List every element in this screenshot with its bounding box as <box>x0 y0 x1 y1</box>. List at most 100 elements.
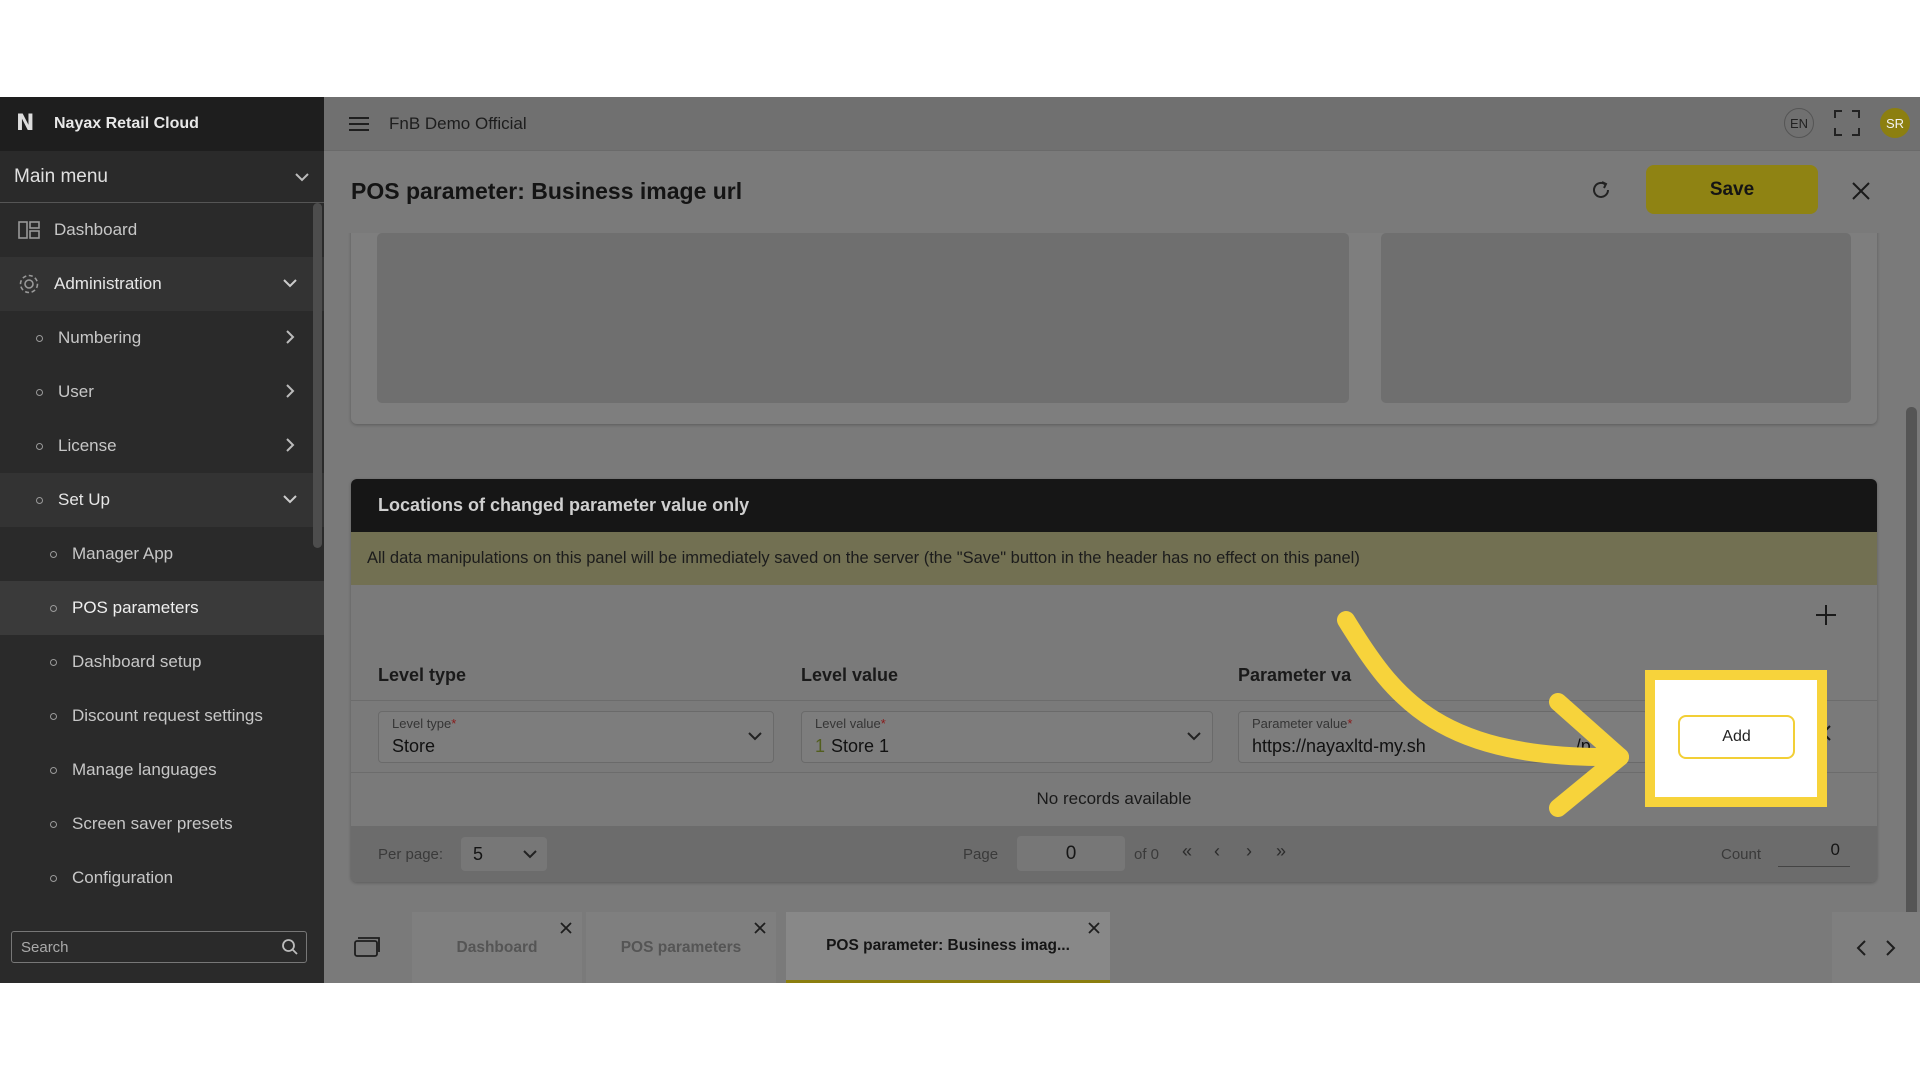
sidebar: N Nayax Retail Cloud Main menu Dashboard… <box>0 97 324 983</box>
locations-note: All data manipulations on this panel wil… <box>351 532 1877 585</box>
page-number-input[interactable]: 0 <box>1017 836 1125 871</box>
sidebar-item-manage-languages[interactable]: Manage languages <box>0 743 324 797</box>
field-label: Level value* <box>815 716 886 731</box>
field-value: 1 Store 1 <box>815 736 890 756</box>
column-header-level-type: Level type <box>378 665 467 685</box>
chevron-down-icon <box>295 172 309 181</box>
sidebar-item-label: License <box>58 436 117 455</box>
bullet-icon <box>50 550 57 558</box>
sidebar-search-input[interactable]: Search <box>11 931 307 963</box>
sidebar-item-label: Administration <box>54 274 162 293</box>
bullet-icon <box>50 712 57 720</box>
refresh-icon[interactable] <box>1590 179 1612 201</box>
chevron-down-icon <box>748 732 762 741</box>
sidebar-item-label: User <box>58 382 94 401</box>
sidebar-item-label: Set Up <box>58 490 110 509</box>
field-label: Level type* <box>392 716 457 731</box>
sidebar-item-label: Numbering <box>58 328 142 347</box>
close-icon[interactable] <box>1852 182 1870 200</box>
sidebar-item-label: POS parameters <box>72 598 199 617</box>
tab-dashboard[interactable]: Dashboard <box>412 912 582 983</box>
count-label: Count <box>1721 846 1762 863</box>
tab-label: POS parameters <box>620 938 742 956</box>
sidebar-item-pos-parameters[interactable]: POS parameters <box>0 581 324 635</box>
bullet-icon <box>36 388 43 396</box>
count-value: 0 <box>1778 835 1850 867</box>
tab-label: Dashboard <box>456 938 538 956</box>
level-type-select[interactable]: Level type* Store <box>378 711 774 763</box>
windows-icon[interactable] <box>354 937 380 957</box>
locations-title: Locations of changed parameter value onl… <box>351 479 1877 532</box>
main-content: Locations of changed parameter value onl… <box>324 233 1904 983</box>
pagination-bar: Per page: 5 Page 0 of 0 « ‹ › » Count 0 <box>351 826 1877 882</box>
page-header: POS parameter: Business image url Save <box>324 151 1920 233</box>
close-tab-icon[interactable] <box>1088 922 1100 934</box>
chevron-down-icon <box>283 279 297 288</box>
parameter-value-field[interactable]: Parameter value* https://nayaxltd-my.sh /… <box>1238 711 1648 763</box>
first-page-icon[interactable]: « <box>1182 841 1192 862</box>
bullet-icon <box>36 442 43 450</box>
last-page-icon[interactable]: » <box>1276 841 1286 862</box>
sidebar-item-numbering[interactable]: Numbering <box>0 311 324 365</box>
sidebar-header: N Nayax Retail Cloud <box>0 97 324 151</box>
sidebar-item-configuration[interactable]: Configuration <box>0 851 324 905</box>
chevron-down-icon <box>283 495 297 504</box>
search-icon[interactable] <box>281 938 299 956</box>
language-selector[interactable]: EN <box>1784 108 1814 138</box>
tab-label: POS parameter: Business imag... <box>826 937 1070 954</box>
nayax-logo-icon: N <box>16 111 35 136</box>
sidebar-item-user[interactable]: User <box>0 365 324 419</box>
gear-icon <box>16 273 42 295</box>
sidebar-scrollbar[interactable] <box>313 203 322 548</box>
previous-page-icon[interactable]: ‹ <box>1214 841 1220 862</box>
per-page-select[interactable]: 5 <box>461 837 547 871</box>
main-menu-label: Main menu <box>14 165 108 187</box>
company-name: FnB Demo Official <box>389 113 527 133</box>
chevron-left-icon[interactable] <box>1855 939 1867 957</box>
add-button[interactable]: Add <box>1678 715 1795 759</box>
tab-scroll-controls <box>1832 912 1920 983</box>
sidebar-item-label: Discount request settings <box>72 706 263 725</box>
sidebar-item-label: Configuration <box>72 868 174 887</box>
image-preview-right <box>1381 233 1851 403</box>
sidebar-item-dashboard-setup[interactable]: Dashboard setup <box>0 635 324 689</box>
sidebar-item-administration[interactable]: Administration <box>0 257 324 311</box>
main-scrollbar[interactable] <box>1906 407 1917 927</box>
chevron-right-icon <box>286 438 295 452</box>
image-preview-left <box>377 233 1349 403</box>
plus-icon[interactable] <box>1815 604 1837 626</box>
app-name: Nayax Retail Cloud <box>54 115 199 132</box>
main-menu-toggle[interactable]: Main menu <box>0 151 324 203</box>
fullscreen-icon[interactable] <box>1834 110 1860 136</box>
save-button[interactable]: Save <box>1646 165 1818 214</box>
sidebar-item-manager-app[interactable]: Manager App <box>0 527 324 581</box>
top-bar-actions: EN SR <box>1784 108 1910 138</box>
dashboard-icon <box>16 221 42 239</box>
image-preview-card <box>351 233 1877 424</box>
search-placeholder: Search <box>21 938 69 956</box>
close-tab-icon[interactable] <box>560 922 572 934</box>
avatar[interactable]: SR <box>1880 108 1910 138</box>
column-header-parameter-value: Parameter va <box>1238 665 1352 685</box>
sidebar-item-screen-saver-presets[interactable]: Screen saver presets <box>0 797 324 851</box>
close-tab-icon[interactable] <box>754 922 766 934</box>
sidebar-item-discount-request-settings[interactable]: Discount request settings <box>0 689 324 743</box>
next-page-icon[interactable]: › <box>1246 841 1252 862</box>
chevron-right-icon[interactable] <box>1885 939 1897 957</box>
page-of-label: of 0 <box>1134 846 1160 863</box>
hamburger-menu-icon[interactable] <box>349 116 369 132</box>
sidebar-item-license[interactable]: License <box>0 419 324 473</box>
sidebar-item-dashboard[interactable]: Dashboard <box>0 203 324 257</box>
tab-pos-parameters[interactable]: POS parameters <box>586 912 776 983</box>
bullet-icon <box>50 820 57 828</box>
sidebar-item-setup[interactable]: Set Up <box>0 473 324 527</box>
bullet-icon <box>50 658 57 666</box>
app-window: N Nayax Retail Cloud Main menu Dashboard… <box>0 97 1920 983</box>
tab-pos-parameter-business-image[interactable]: POS parameter: Business imag... <box>786 912 1110 983</box>
chevron-down-icon <box>1187 732 1201 741</box>
per-page-value: 5 <box>473 844 484 864</box>
bullet-icon <box>50 604 57 612</box>
chevron-right-icon <box>286 330 295 344</box>
level-value-select[interactable]: Level value* 1 Store 1 <box>801 711 1213 763</box>
field-value: Store <box>392 736 436 756</box>
